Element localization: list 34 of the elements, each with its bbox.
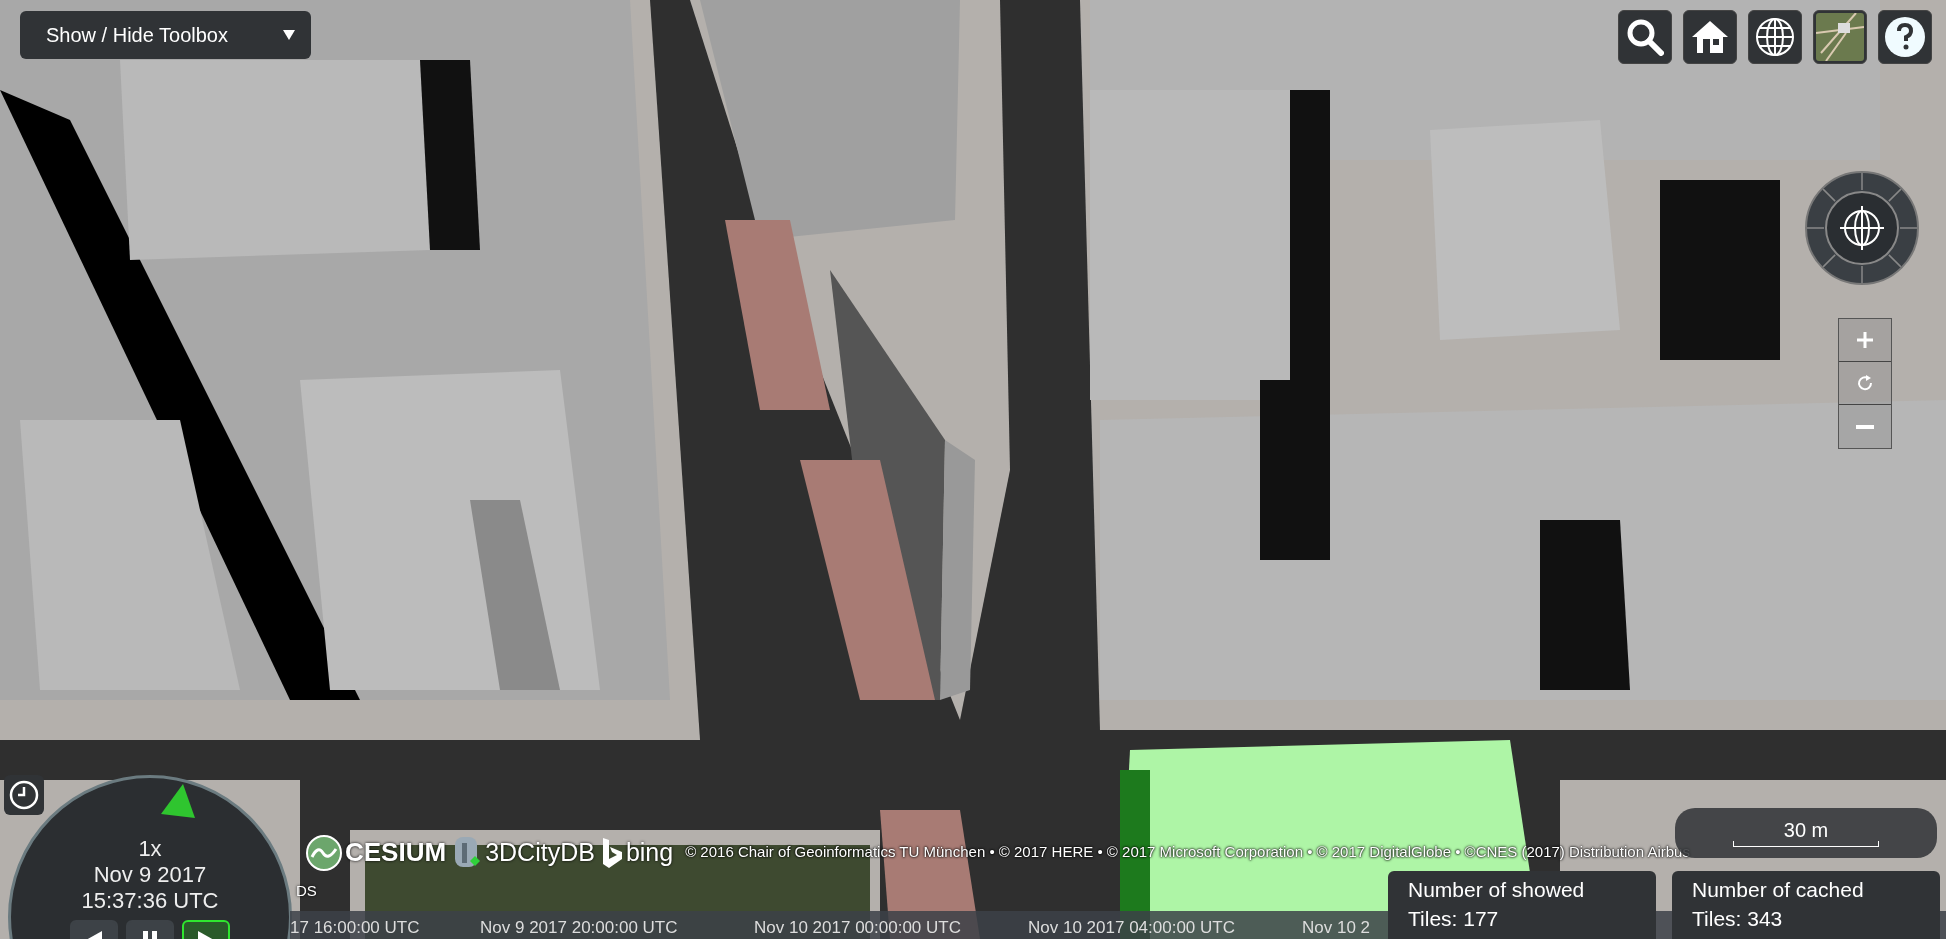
scale-text: 30 m — [1783, 819, 1829, 841]
clock-button[interactable] — [4, 775, 44, 815]
navigation-compass-icon[interactable] — [1804, 170, 1920, 286]
base-layer-button[interactable] — [1813, 10, 1867, 64]
time-text: 15:37:36 UTC — [81, 888, 219, 914]
tile-counter-text: Number of cached Tiles: 343 — [1692, 877, 1865, 932]
speed-text: 1x — [138, 836, 162, 862]
clock-icon — [9, 780, 39, 810]
globe-button[interactable] — [1748, 10, 1802, 64]
plus-icon — [1856, 331, 1874, 349]
map-thumbnail-icon — [1816, 13, 1864, 61]
logo-text: bing — [625, 836, 674, 868]
tile-counter-text: Number of showed Tiles: 177 — [1408, 877, 1586, 932]
home-icon — [1690, 19, 1730, 55]
search-icon — [1626, 18, 1664, 56]
globe-icon — [1754, 16, 1796, 58]
timeline-label: Nov 9 2017 20:00:00 UTC — [480, 917, 678, 939]
refresh-icon — [1856, 374, 1874, 392]
help-icon — [1884, 16, 1926, 58]
home-button[interactable] — [1683, 10, 1737, 64]
logo-text: 3DCityDB — [485, 836, 595, 868]
timeline-label: Nov 10 2017 04:00:00 UTC — [1028, 917, 1235, 939]
shuttle-ring-pointer-icon[interactable] — [161, 784, 195, 818]
help-button[interactable] — [1878, 10, 1932, 64]
caret-icon — [283, 30, 295, 40]
cesium-logo-icon — [306, 834, 342, 871]
toolbox-dropdown[interactable]: Show / Hide Toolbox — [20, 11, 311, 59]
timeline-label: Nov 10 2017 00:00:00 UTC — [754, 917, 961, 939]
bing-logo-icon — [600, 836, 623, 869]
minus-icon — [1856, 424, 1874, 429]
timeline-label: 17 16:00:00 UTC — [290, 917, 420, 939]
date-text: Nov 9 2017 — [93, 862, 207, 888]
timeline-label: Nov 10 2 — [1302, 917, 1371, 939]
search-button[interactable] — [1618, 10, 1672, 64]
